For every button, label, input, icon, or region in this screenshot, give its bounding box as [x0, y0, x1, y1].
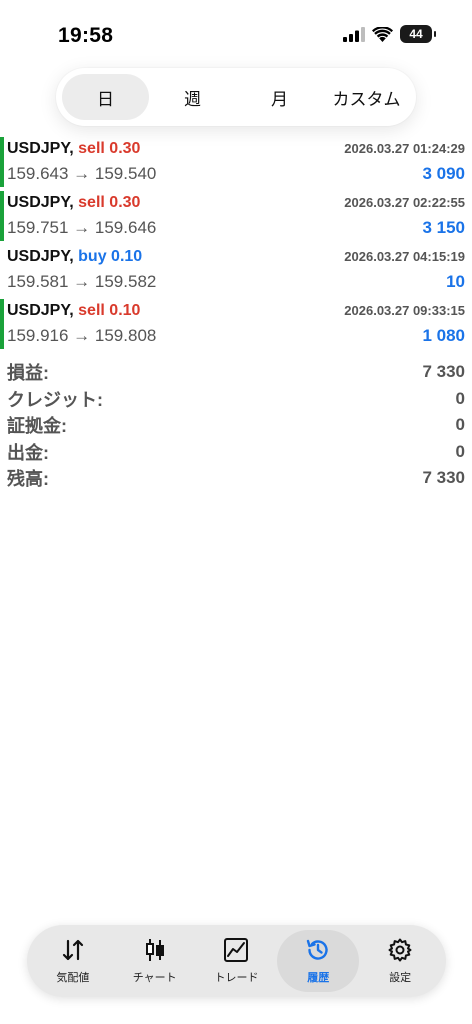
- tab-month[interactable]: 月: [236, 74, 323, 120]
- deal-row[interactable]: USDJPY, sell 0.10 2026.03.27 09:33:15 15…: [0, 297, 472, 351]
- tab-history[interactable]: 履歴: [277, 930, 360, 992]
- deal-side: sell 0.10: [78, 302, 141, 319]
- tab-custom[interactable]: カスタム: [323, 74, 410, 120]
- wifi-icon: [372, 26, 393, 42]
- deal-side: buy 0.10: [78, 248, 143, 265]
- deal-time: 2026.03.27 04:15:19: [344, 249, 465, 264]
- battery-level: 44: [409, 27, 423, 41]
- deal-symbol: USDJPY,: [7, 302, 74, 319]
- deal-side: sell 0.30: [78, 140, 141, 157]
- summary-value: 0: [455, 441, 465, 461]
- tab-trade[interactable]: トレード: [196, 930, 278, 992]
- deal-marker: [0, 137, 4, 187]
- summary-label: 証拠金:: [7, 416, 67, 437]
- deal-symbol: USDJPY,: [7, 248, 74, 265]
- tab-label: 履歴: [307, 972, 330, 984]
- deal-time: 2026.03.27 02:22:55: [344, 195, 465, 210]
- tab-label: 設定: [389, 972, 412, 984]
- status-bar: 19:58 44: [0, 0, 472, 64]
- deal-row[interactable]: USDJPY, sell 0.30 2026.03.27 02:22:55 15…: [0, 189, 472, 243]
- summary-profit: 損益: 7 330: [0, 359, 472, 386]
- candlestick-chart-icon: [142, 937, 168, 963]
- summary-margin: 証拠金: 0: [0, 412, 472, 439]
- tab-label: チャート: [132, 972, 177, 984]
- deal-profit: 1 080: [422, 326, 465, 345]
- summary-value: 0: [455, 388, 465, 408]
- summary-label: 出金:: [7, 442, 49, 463]
- deal-prices: 159.751 → 159.646: [7, 218, 157, 237]
- history-clock-icon: [305, 937, 331, 963]
- deal-profit: 10: [446, 272, 465, 291]
- tab-chart[interactable]: チャート: [114, 930, 196, 992]
- deal-profit: 3 090: [422, 164, 465, 183]
- deal-time: 2026.03.27 09:33:15: [344, 303, 465, 318]
- summary-label: 残高:: [7, 469, 49, 490]
- summary-label: 損益:: [7, 363, 49, 384]
- quotes-arrows-icon: [60, 937, 86, 963]
- summary-block: 損益: 7 330 クレジット: 0 証拠金: 0 出金: 0 残高: 7 33…: [0, 359, 472, 492]
- battery-icon: 44: [400, 25, 436, 43]
- tab-week[interactable]: 週: [149, 74, 236, 120]
- deal-profit: 3 150: [422, 218, 465, 237]
- deal-side: sell 0.30: [78, 194, 141, 211]
- summary-credit: クレジット: 0: [0, 386, 472, 413]
- deal-marker: [0, 299, 4, 349]
- deal-symbol: USDJPY,: [7, 194, 74, 211]
- summary-value: 7 330: [422, 468, 465, 488]
- tab-label: 気配値: [56, 972, 90, 984]
- tab-settings[interactable]: 設定: [359, 930, 441, 992]
- status-time: 19:58: [58, 24, 114, 47]
- summary-value: 7 330: [422, 362, 465, 382]
- deal-prices: 159.916 → 159.808: [7, 326, 157, 345]
- deal-symbol: USDJPY,: [7, 140, 74, 157]
- deal-row[interactable]: USDJPY, buy 0.10 2026.03.27 04:15:19 159…: [0, 243, 472, 297]
- summary-value: 0: [455, 415, 465, 435]
- deal-row[interactable]: USDJPY, sell 0.30 2026.03.27 01:24:29 15…: [0, 135, 472, 189]
- tab-day[interactable]: 日: [62, 74, 149, 120]
- summary-balance: 残高: 7 330: [0, 465, 472, 492]
- status-icons: 44: [343, 25, 436, 43]
- gear-icon: [387, 937, 413, 963]
- deal-marker: [0, 191, 4, 241]
- summary-withdrawal: 出金: 0: [0, 439, 472, 466]
- bottom-tab-bar: 気配値 チャート トレード 履歴 設定: [27, 925, 446, 997]
- tab-quotes[interactable]: 気配値: [32, 930, 114, 992]
- tab-label: トレード: [214, 972, 259, 984]
- period-selector: 日 週 月 カスタム: [56, 68, 416, 126]
- summary-label: クレジット:: [7, 389, 103, 410]
- deal-list: USDJPY, sell 0.30 2026.03.27 01:24:29 15…: [0, 135, 472, 351]
- deal-prices: 159.581 → 159.582: [7, 272, 157, 291]
- deal-time: 2026.03.27 01:24:29: [344, 141, 465, 156]
- cellular-signal-icon: [343, 26, 365, 42]
- deal-prices: 159.643 → 159.540: [7, 164, 157, 183]
- trade-line-chart-icon: [223, 937, 249, 963]
